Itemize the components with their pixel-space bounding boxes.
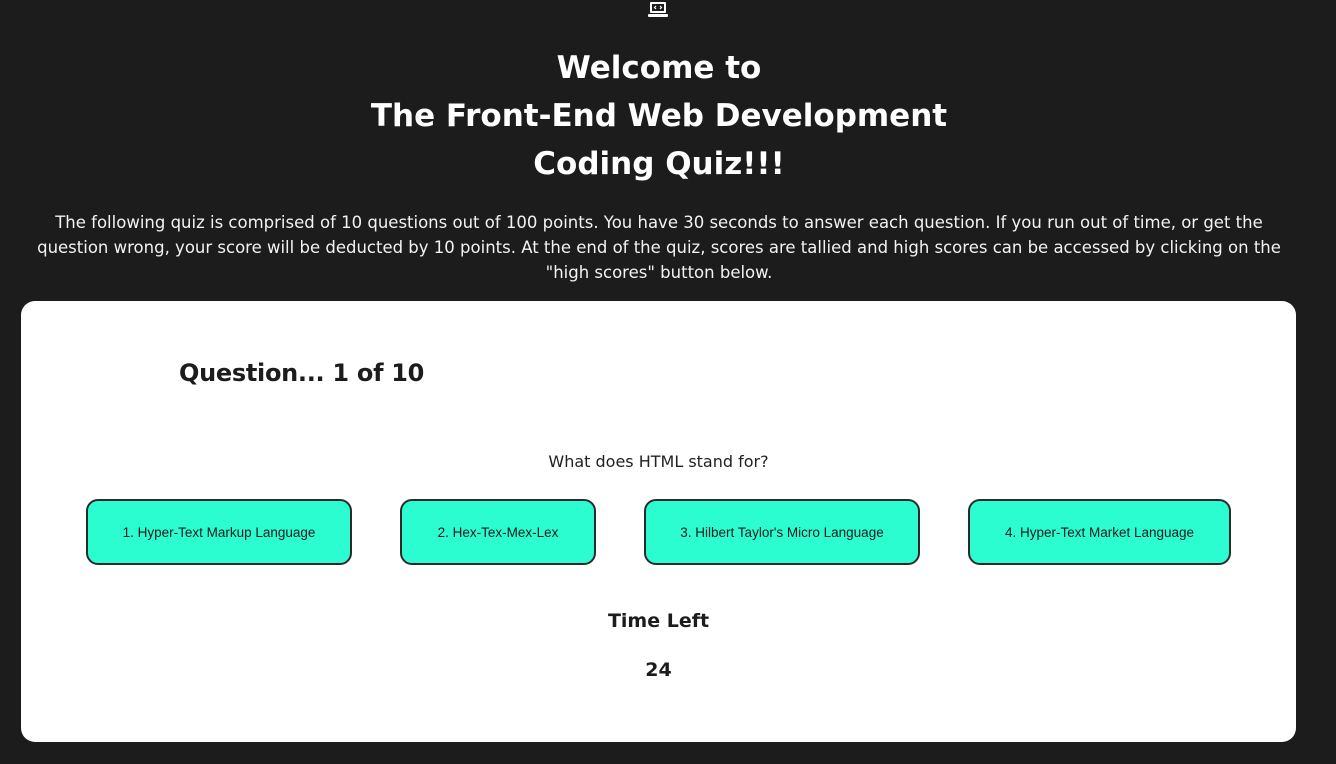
title-line-3: Coding Quiz!!! <box>533 146 785 182</box>
quiz-card: Question... 1 of 10 What does HTML stand… <box>21 301 1296 742</box>
answer-button-4[interactable]: 4. Hyper-Text Market Language <box>968 499 1231 565</box>
timer-value: 24 <box>645 659 672 681</box>
timer-label: Time Left <box>607 610 710 632</box>
page-title: Welcome to The Front-End Web Development… <box>0 44 1318 188</box>
answer-button-3[interactable]: 3. Hilbert Taylor's Micro Language <box>644 499 920 565</box>
title-line-2: The Front-End Web Development <box>370 98 948 134</box>
quiz-instructions: The following quiz is comprised of 10 qu… <box>37 213 1281 282</box>
question-counter: Question... 1 of 10 <box>179 359 425 387</box>
answer-button-1[interactable]: 1. Hyper-Text Markup Language <box>86 499 352 565</box>
answer-button-2[interactable]: 2. Hex-Tex-Mex-Lex <box>400 499 596 565</box>
question-text: What does HTML stand for? <box>548 452 769 471</box>
title-line-1: Welcome to <box>556 50 762 86</box>
laptop-code-icon <box>648 0 668 20</box>
